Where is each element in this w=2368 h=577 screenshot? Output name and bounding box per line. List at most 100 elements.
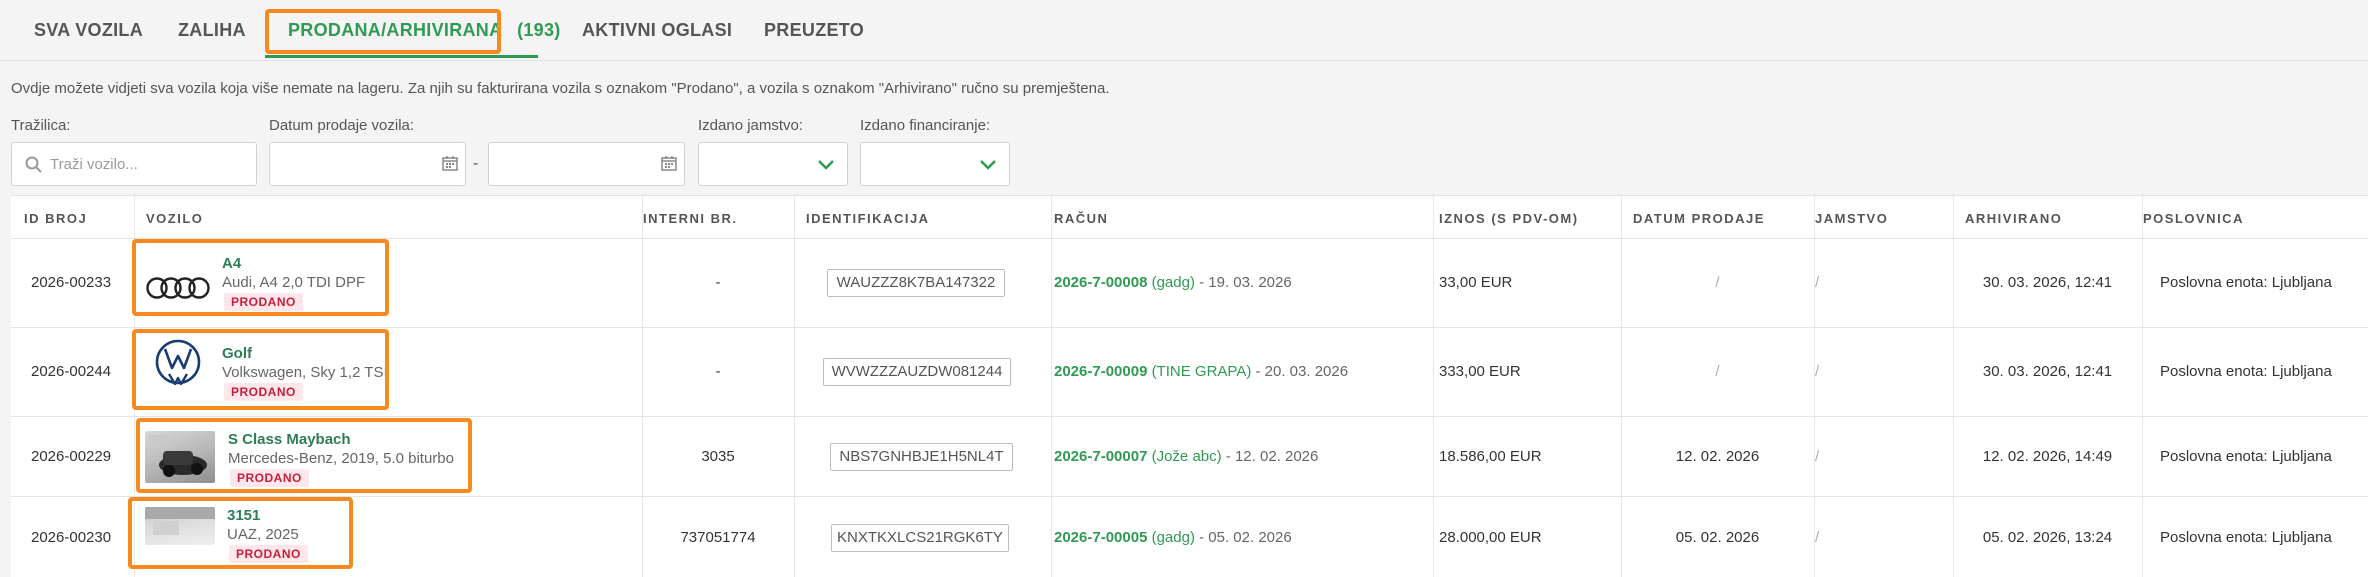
chevron-down-icon <box>818 160 834 170</box>
table-header: ID BROJ VOZILO INTERNI BR. IDENTIFIKACIJ… <box>11 196 2368 239</box>
vehicle-title-link[interactable]: S Class Maybach <box>228 431 351 448</box>
archived-date: 12. 02. 2026, 14:49 <box>1982 448 2113 465</box>
tab-taken-over[interactable]: PREUZETO <box>764 0 864 61</box>
table-row[interactable]: 2026-00229 S Class Maybach Mercedes-Benz… <box>11 417 2368 497</box>
table-row[interactable]: 2026-00244 Golf Volkswagen, Sky 1,2 TSI … <box>11 328 2368 417</box>
branch: Poslovna enota: Ljubljana <box>2160 363 2332 380</box>
internal-number: 3035 <box>701 448 735 465</box>
branch: Poslovna enota: Ljubljana <box>2160 529 2332 546</box>
vehicles-table: ID BROJ VOZILO INTERNI BR. IDENTIFIKACIJ… <box>11 195 2368 577</box>
car-photo-icon <box>145 507 215 535</box>
invoice-link[interactable]: 2026-7-00009 (TINE GRAPA) - 20. 03. 2026 <box>1054 363 1348 380</box>
calendar-icon <box>661 156 677 171</box>
internal-number: - <box>715 363 721 380</box>
invoice-date: - 12. 02. 2026 <box>1225 448 1319 465</box>
row-id: 2026-00229 <box>31 448 112 465</box>
warranty-select[interactable] <box>698 142 848 186</box>
archived-date: 05. 02. 2026, 13:24 <box>1982 529 2113 546</box>
warranty: / <box>1815 363 1820 380</box>
table-row[interactable]: 2026-00233 A4 Audi, A4 2,0 TDI DPF PRODA… <box>11 239 2368 328</box>
column-header-invoice[interactable]: RAČUN <box>1054 211 1108 226</box>
column-header-id[interactable]: ID BROJ <box>24 211 87 226</box>
invoice-number: 2026-7-00009 <box>1054 363 1148 380</box>
column-header-amount[interactable]: IZNOS (S PDV-OM) <box>1439 211 1579 226</box>
amount: 33,00 EUR <box>1439 274 1513 291</box>
vehicle-subtitle: UAZ, 2025 <box>227 526 299 543</box>
row-id: 2026-00230 <box>31 529 112 546</box>
volkswagen-logo-icon <box>155 339 201 386</box>
vin-box[interactable]: WVWZZZAUZDW081244 <box>823 358 1011 386</box>
row-id: 2026-00233 <box>31 274 112 291</box>
branch: Poslovna enota: Ljubljana <box>2160 274 2332 291</box>
column-header-vehicle[interactable]: VOZILO <box>146 211 203 226</box>
archived-date: 30. 03. 2026, 12:41 <box>1982 274 2113 291</box>
search-icon <box>25 156 42 173</box>
column-header-branch[interactable]: POSLOVNICA <box>2143 211 2244 226</box>
financing-select[interactable] <box>860 142 1010 186</box>
status-badge: PRODANO <box>229 545 308 563</box>
column-header-archived[interactable]: ARHIVIRANO <box>1965 211 2062 226</box>
vehicle-subtitle: Audi, A4 2,0 TDI DPF <box>222 274 366 291</box>
sale-date-label: Datum prodaje vozila: <box>269 117 415 134</box>
invoice-link[interactable]: 2026-7-00005 (gadg) - 05. 02. 2026 <box>1054 529 1292 546</box>
car-photo-thumbnail <box>145 431 215 483</box>
search-input[interactable]: Traži vozilo... <box>11 142 257 186</box>
vehicle-title-link[interactable]: A4 <box>222 255 241 272</box>
tab-stock[interactable]: ZALIHA <box>178 0 246 61</box>
sale-date: 05. 02. 2026 <box>1675 529 1760 546</box>
sale-date-from-input[interactable] <box>269 142 466 186</box>
internal-number: - <box>715 274 721 291</box>
branch: Poslovna enota: Ljubljana <box>2160 448 2332 465</box>
amount: 18.586,00 EUR <box>1439 448 1542 465</box>
status-badge: PRODANO <box>230 469 309 487</box>
invoice-link[interactable]: 2026-7-00007 (Jože abc) - 12. 02. 2026 <box>1054 448 1318 465</box>
archived-date: 30. 03. 2026, 12:41 <box>1982 363 2113 380</box>
warranty: / <box>1815 529 1820 546</box>
vin-box[interactable]: NBS7GNHBJE1H5NL4T <box>830 443 1013 471</box>
sale-date: 12. 02. 2026 <box>1675 448 1760 465</box>
tab-sold-archived-count: (193) <box>517 20 561 40</box>
vehicle-title-link[interactable]: 3151 <box>227 507 260 524</box>
active-tab-underline <box>265 55 538 58</box>
search-placeholder: Traži vozilo... <box>50 156 138 173</box>
column-header-identification[interactable]: IDENTIFIKACIJA <box>806 211 930 226</box>
tab-all-vehicles[interactable]: SVA VOZILA <box>34 0 143 61</box>
invoice-link[interactable]: 2026-7-00008 (gadg) - 19. 03. 2026 <box>1054 274 1292 291</box>
vin-box[interactable]: KNXTKXLCS21RGK6TY <box>831 524 1009 552</box>
date-range-separator: - <box>473 155 479 172</box>
vehicle-subtitle: Mercedes-Benz, 2019, 5.0 biturbo <box>228 450 454 467</box>
invoice-customer: (gadg) <box>1151 274 1195 291</box>
invoice-date: - 05. 02. 2026 <box>1199 529 1292 546</box>
vehicle-subtitle: Volkswagen, Sky 1,2 TSI <box>222 364 388 381</box>
status-badge: PRODANO <box>224 383 303 401</box>
tab-sold-archived-label: PRODANA/ARHIVIRANA <box>288 20 502 40</box>
calendar-icon <box>442 156 458 171</box>
amount: 28.000,00 EUR <box>1439 529 1542 546</box>
invoice-number: 2026-7-00007 <box>1054 448 1148 465</box>
car-photo-icon <box>149 435 207 477</box>
tab-active-ads[interactable]: AKTIVNI OGLASI <box>582 0 732 61</box>
invoice-date: - 19. 03. 2026 <box>1199 274 1292 291</box>
invoice-number: 2026-7-00005 <box>1054 529 1148 546</box>
row-id: 2026-00244 <box>31 363 112 380</box>
table-row[interactable]: 2026-00230 3151 UAZ, 2025 PRODANO 737051… <box>11 497 2368 577</box>
invoice-customer: (gadg) <box>1151 529 1195 546</box>
vehicle-title-link[interactable]: Golf <box>222 345 252 362</box>
car-photo-thumbnail <box>145 507 215 545</box>
tab-sold-archived[interactable]: PRODANA/ARHIVIRANA (193) <box>288 0 561 61</box>
sale-date-to-input[interactable] <box>488 142 685 186</box>
page-description: Ovdje možete vidjeti sva vozila koja viš… <box>11 80 1110 97</box>
sale-date: / <box>1715 363 1720 380</box>
column-header-warranty[interactable]: JAMSTVO <box>1815 211 1888 226</box>
invoice-customer: (TINE GRAPA) <box>1151 363 1252 380</box>
sale-date: / <box>1715 274 1720 291</box>
vin-box[interactable]: WAUZZZ8K7BA147322 <box>827 269 1005 297</box>
warranty-label: Izdano jamstvo: <box>698 117 804 134</box>
column-header-internal[interactable]: INTERNI BR. <box>643 211 738 226</box>
invoice-date: - 20. 03. 2026 <box>1255 363 1349 380</box>
warranty: / <box>1815 274 1820 291</box>
status-badge: PRODANO <box>224 293 303 311</box>
column-header-sale-date[interactable]: DATUM PRODAJE <box>1633 211 1765 226</box>
warranty: / <box>1815 448 1820 465</box>
financing-label: Izdano financiranje: <box>860 117 991 134</box>
